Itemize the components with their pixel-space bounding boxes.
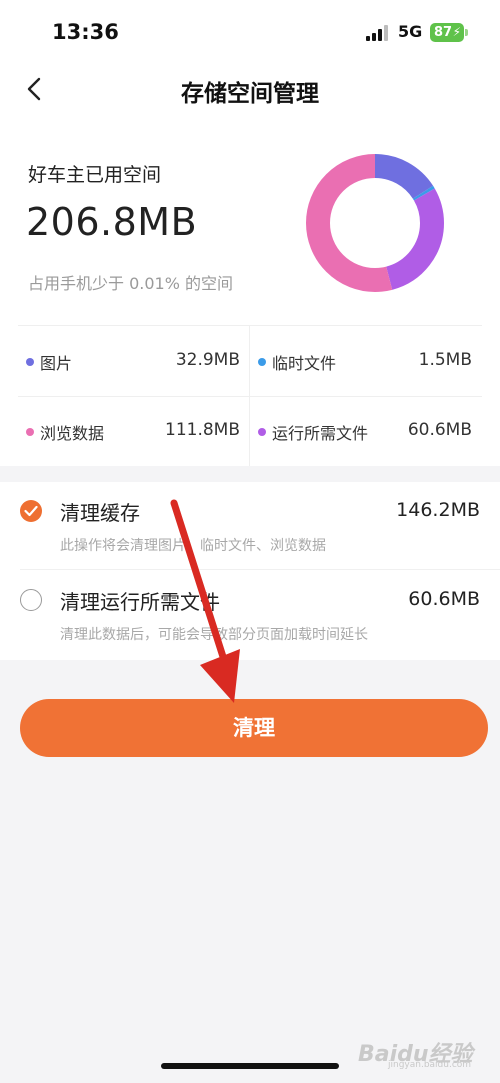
- section-gap: [0, 466, 500, 482]
- breakdown-item-browsing-data: 浏览数据 111.8MB: [18, 396, 250, 466]
- option-description: 清理此数据后，可能会导致部分页面加载时间延长: [60, 627, 368, 643]
- breakdown-label: 运行所需文件: [272, 424, 369, 443]
- option-size: 60.6MB: [408, 588, 480, 610]
- home-indicator[interactable]: [161, 1063, 339, 1069]
- breakdown-size: 32.9MB: [175, 350, 240, 370]
- battery-tip: [465, 29, 468, 36]
- watermark-logo: Baidu经验 jingyan.baidu.com: [350, 1034, 490, 1074]
- signal-icon: [366, 25, 390, 41]
- breakdown-size: 111.8MB: [165, 420, 240, 440]
- page-title: 存储空间管理: [181, 81, 319, 107]
- legend-dot: [258, 428, 266, 436]
- checkbox-checked-icon[interactable]: [20, 500, 42, 522]
- watermark-sub: jingyan.baidu.com: [388, 1060, 472, 1070]
- battery-level: 87: [434, 25, 453, 40]
- breakdown-size: 60.6MB: [407, 420, 472, 440]
- option-title: 清理缓存: [60, 501, 140, 525]
- breakdown-item-images: 图片 32.9MB: [18, 326, 250, 396]
- option-clear-runtime-files[interactable]: 清理运行所需文件 60.6MB 清理此数据后，可能会导致部分页面加载时间延长: [0, 570, 500, 658]
- storage-breakdown: 图片 32.9MB 临时文件 1.5MB 浏览数据 111.8MB 运行所需文件…: [18, 325, 482, 466]
- used-space-value: 206.8MB: [26, 200, 198, 244]
- breakdown-item-runtime-files: 运行所需文件 60.6MB: [250, 396, 482, 466]
- network-type: 5G: [398, 22, 423, 41]
- battery-icon: 87 ⚡: [430, 23, 464, 42]
- legend-dot: [258, 358, 266, 366]
- breakdown-label: 临时文件: [272, 354, 337, 373]
- clean-button[interactable]: 清理: [20, 699, 488, 757]
- option-size: 146.2MB: [396, 499, 480, 521]
- breakdown-label: 图片: [40, 354, 73, 373]
- breakdown-label: 浏览数据: [40, 424, 105, 443]
- legend-dot: [26, 358, 34, 366]
- breakdown-item-temp-files: 临时文件 1.5MB: [250, 326, 482, 396]
- breakdown-size: 1.5MB: [418, 350, 472, 370]
- legend-dot: [26, 428, 34, 436]
- option-description: 此操作将会清理图片、临时文件、浏览数据: [60, 538, 326, 554]
- option-title: 清理运行所需文件: [60, 590, 220, 614]
- usage-note: 占用手机少于 0.01% 的空间: [28, 274, 234, 293]
- storage-donut-chart: [306, 154, 444, 292]
- status-time: 13:36: [52, 20, 119, 44]
- used-space-label: 好车主已用空间: [28, 164, 162, 186]
- option-clear-cache[interactable]: 清理缓存 146.2MB 此操作将会清理图片、临时文件、浏览数据: [0, 482, 500, 570]
- checkbox-unchecked-icon[interactable]: [20, 589, 42, 611]
